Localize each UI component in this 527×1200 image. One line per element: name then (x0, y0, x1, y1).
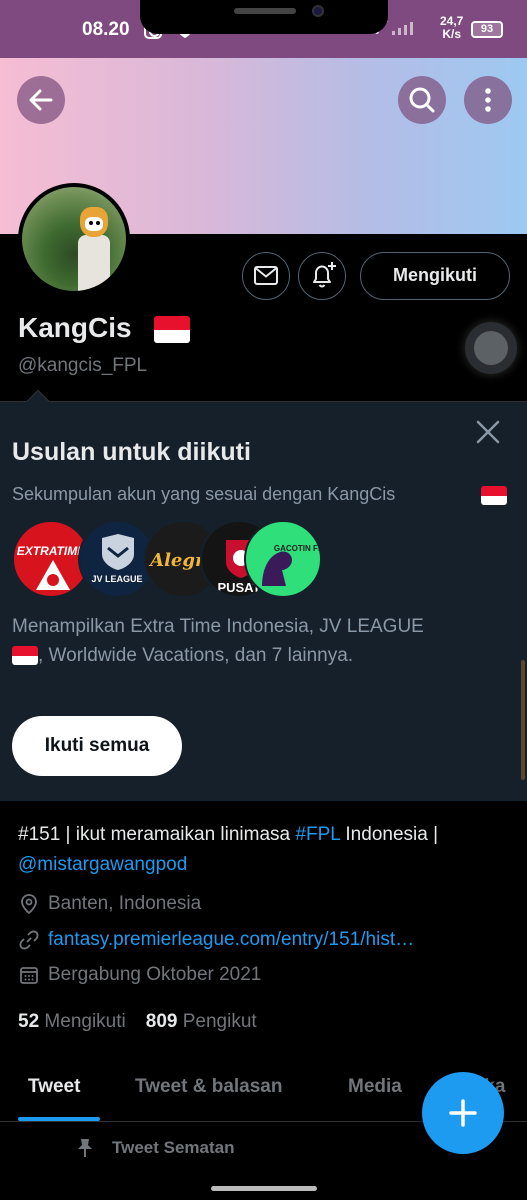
suggestions-description-line1: Menampilkan Extra Time Indonesia, JV LEA… (12, 616, 424, 637)
website-link[interactable]: fantasy.premierleague.com/entry/151/hist… (48, 929, 414, 951)
back-button[interactable] (17, 76, 65, 124)
followers-count: 809 (145, 1011, 178, 1032)
compose-tweet-button[interactable] (422, 1072, 504, 1154)
tab-media[interactable]: Media (348, 1076, 402, 1098)
follow-all-button[interactable]: Ikuti semua (12, 716, 182, 776)
suggested-avatar[interactable]: GACOTIN FPL (244, 520, 322, 598)
network-speed-unit: K/s (442, 27, 462, 41)
active-tab-indicator (18, 1117, 100, 1121)
tab-tweets-replies[interactable]: Tweet & balasan (135, 1076, 282, 1098)
scrollbar[interactable] (521, 660, 525, 780)
arrow-left-icon (29, 89, 53, 111)
suggestions-title: Usulan untuk diikuti (12, 438, 251, 466)
followers-stat[interactable]: 809 Pengikut (146, 1011, 257, 1032)
following-label: Mengikuti (44, 1011, 126, 1032)
follow-stats: 52 Mengikuti 809 Pengikut (18, 1011, 257, 1033)
following-count: 52 (18, 1011, 40, 1032)
network-speed-value: 24,7 (440, 14, 464, 28)
pin-icon (78, 1139, 92, 1157)
floating-assistant-button[interactable] (465, 322, 517, 374)
location-pin-icon (21, 894, 37, 915)
hashtag-link[interactable]: #FPL (295, 824, 340, 845)
front-camera (312, 5, 324, 17)
user-handle: @kangcis_FPL (18, 355, 148, 376)
link-icon (19, 930, 39, 950)
earpiece (234, 8, 296, 14)
suggestions-subtitle: Sekumpulan akun yang sesuai dengan KangC… (12, 484, 396, 504)
bell-plus-icon (313, 262, 336, 288)
bio-text: #151 | ikut meramaikan linimasa (18, 824, 296, 845)
network-speed: 24,7 K/s (440, 15, 463, 41)
mention-link[interactable]: @mistargawangpod (18, 854, 187, 875)
profile-avatar[interactable] (18, 183, 130, 295)
bio-text: Indonesia | (340, 824, 439, 845)
clock: 08.20 (82, 19, 130, 40)
pinned-tweet-header: Tweet Sematan (74, 1137, 235, 1159)
calendar-icon (20, 967, 38, 984)
message-button[interactable] (242, 252, 290, 300)
website-row: fantasy.premierleague.com/entry/151/hist… (18, 929, 414, 951)
suggested-avatar-label: EXTRATIME (16, 544, 86, 558)
location-row: Banten, Indonesia (18, 893, 201, 915)
join-date-row: Bergabung Oktober 2021 (18, 964, 261, 986)
mail-icon (254, 266, 278, 285)
following-stat[interactable]: 52 Mengikuti (18, 1011, 126, 1032)
indonesia-flag-icon (154, 316, 190, 343)
indonesia-flag-icon (481, 486, 507, 505)
join-date-text: Bergabung Oktober 2021 (48, 964, 262, 985)
suggested-avatar-label: JV LEAGUE (91, 574, 143, 584)
tiger-mask-icon (80, 207, 108, 237)
location-text: Banten, Indonesia (48, 893, 202, 914)
close-suggestions-button[interactable] (474, 418, 502, 446)
close-icon (476, 420, 500, 444)
notifications-button[interactable] (298, 252, 346, 300)
avatar-figure (78, 235, 110, 291)
more-options-button[interactable] (464, 76, 512, 124)
suggestions-description: Menampilkan Extra Time Indonesia, JV LEA… (12, 612, 502, 670)
search-button[interactable] (398, 76, 446, 124)
pinned-label: Tweet Sematan (112, 1138, 235, 1157)
battery-indicator: 93 (471, 21, 503, 38)
following-button[interactable]: Mengikuti (360, 252, 510, 300)
camera-notch (140, 0, 388, 34)
suggestions-description-line2: , Worldwide Vacations, dan 7 lainnya. (38, 645, 354, 666)
more-vertical-icon (485, 88, 491, 112)
followers-label: Pengikut (182, 1011, 257, 1032)
signal-strength-icon (392, 22, 413, 35)
profile-bio: #151 | ikut meramaikan linimasa #FPL Ind… (18, 820, 513, 880)
plus-icon (449, 1099, 477, 1127)
home-indicator[interactable] (211, 1186, 317, 1191)
display-name: KangCis (18, 312, 132, 343)
tab-tweets[interactable]: Tweet (28, 1076, 80, 1098)
search-icon (409, 87, 435, 113)
indonesia-flag-icon (12, 646, 38, 665)
suggested-avatar-label: GACOTIN FPL (273, 544, 320, 553)
